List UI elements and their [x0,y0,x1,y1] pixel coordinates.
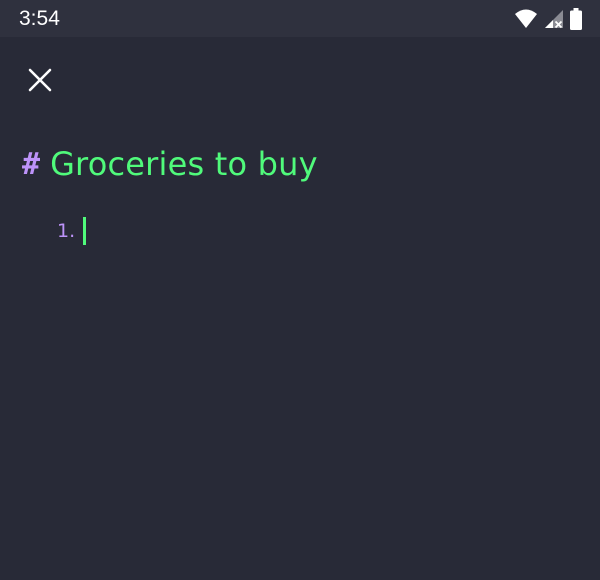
cell-signal-icon [544,8,564,30]
status-time: 3:54 [19,7,60,30]
status-icons [514,8,582,30]
wifi-icon [514,8,538,30]
heading-text: Groceries to buy [50,145,318,183]
close-icon [28,68,52,92]
list-number: 1. [57,220,76,242]
close-button[interactable] [22,62,58,98]
battery-icon [570,8,582,30]
text-caret [83,217,87,245]
heading-marker: # [22,146,41,182]
heading-line[interactable]: # Groceries to buy [22,142,318,186]
status-bar: 3:54 [0,0,600,37]
list-item[interactable]: 1. [57,216,87,246]
